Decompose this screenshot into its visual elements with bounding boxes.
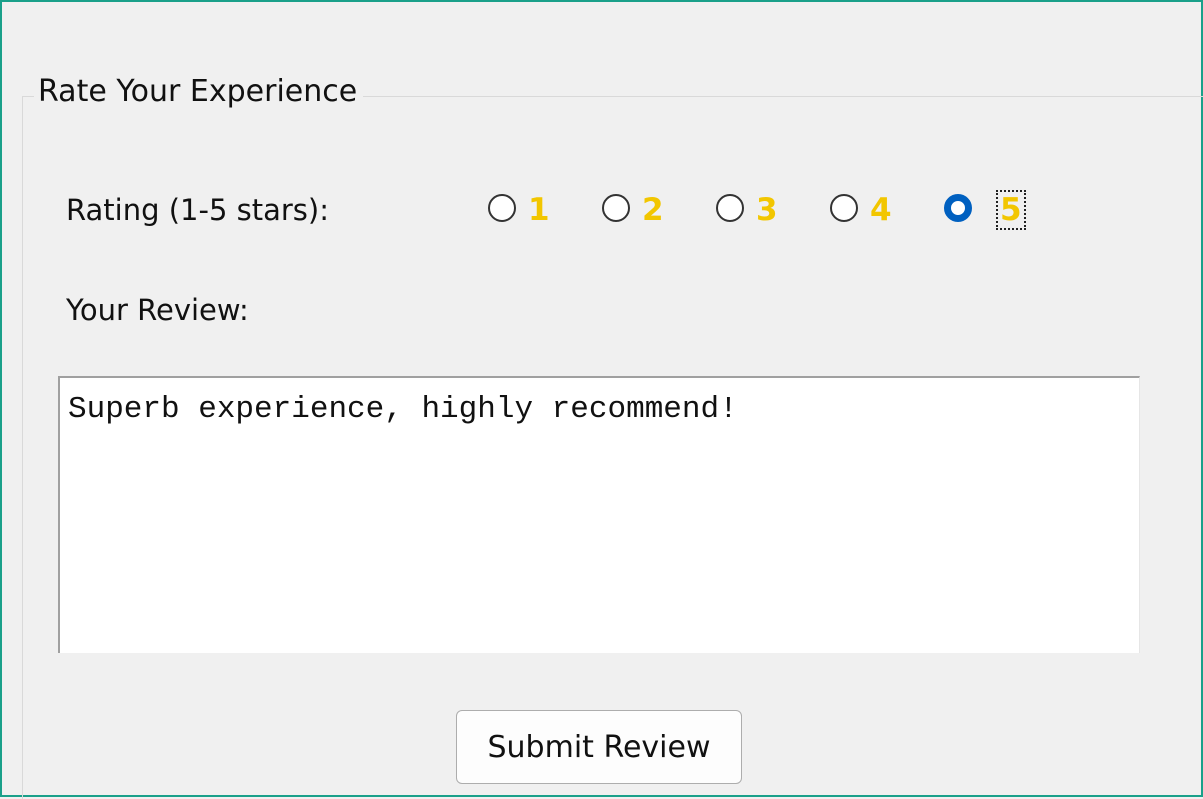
submit-review-button[interactable]: Submit Review bbox=[456, 710, 742, 784]
radio-button-4[interactable] bbox=[830, 194, 858, 222]
rating-option-label-1: 1 bbox=[528, 192, 550, 228]
radio-button-5-selected[interactable] bbox=[944, 194, 972, 222]
review-textarea[interactable]: Superb experience, highly recommend! bbox=[58, 376, 1140, 653]
rating-option-label-3: 3 bbox=[756, 192, 778, 228]
groupbox-title: Rate Your Experience bbox=[34, 70, 364, 114]
radio-button-3[interactable] bbox=[716, 194, 744, 222]
rating-option-label-5: 5 bbox=[996, 190, 1026, 230]
rating-label: Rating (1-5 stars): bbox=[66, 193, 329, 227]
rating-option-label-2: 2 bbox=[642, 192, 664, 228]
rating-option-label-4: 4 bbox=[870, 192, 892, 228]
radio-button-2[interactable] bbox=[602, 194, 630, 222]
radio-button-1[interactable] bbox=[488, 194, 516, 222]
review-label: Your Review: bbox=[66, 293, 249, 327]
